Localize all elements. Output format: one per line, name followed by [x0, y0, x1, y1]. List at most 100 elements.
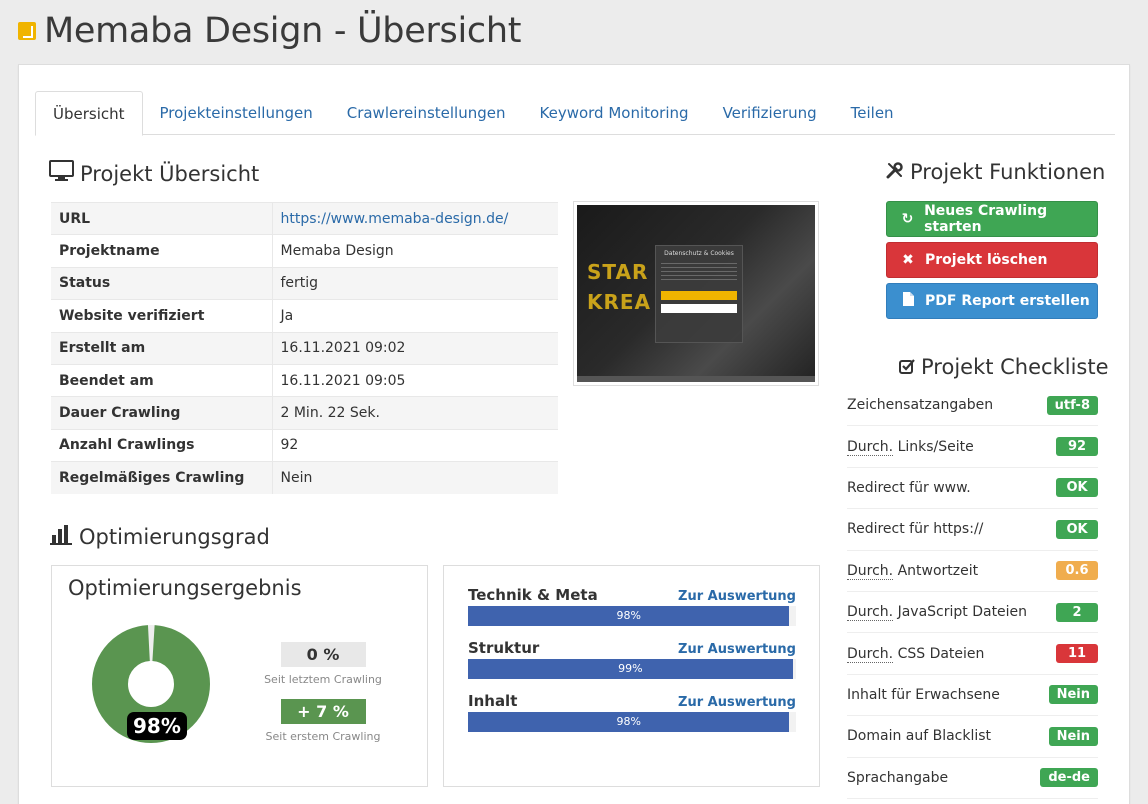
- check-label-text: Links/Seite: [893, 438, 974, 455]
- status-badge: utf-8: [1046, 395, 1098, 415]
- status-badge: Nein: [1048, 726, 1098, 746]
- stat-since-first: + 7 % Seit erstem Crawling: [258, 699, 388, 743]
- checkbox-icon: [899, 355, 915, 379]
- score-label: 98%: [127, 712, 187, 740]
- start-crawling-label: Neues Crawling starten: [924, 203, 1048, 235]
- screenshot-dialog-save: [661, 304, 737, 313]
- row-key: Dauer Crawling: [51, 396, 273, 430]
- page-header: Memaba Design - Übersicht: [18, 8, 521, 54]
- abbr-average: Durch.: [847, 562, 894, 580]
- list-item: Durch. Antwortzeit 0.6: [847, 551, 1098, 592]
- category-row: Technik & Meta Zur Auswertung 98%: [468, 582, 796, 626]
- evaluation-link[interactable]: Zur Auswertung: [678, 695, 796, 710]
- stat-since-last: 0 % Seit letztem Crawling: [258, 642, 388, 686]
- abbr-average: Durch.: [847, 604, 894, 622]
- table-row: Dauer Crawling 2 Min. 22 Sek.: [51, 396, 558, 430]
- functions-title: Projekt Funktionen: [910, 160, 1106, 184]
- tools-icon: [886, 160, 904, 184]
- check-label: Domain auf Blacklist: [847, 728, 992, 745]
- table-row: Beendet am 16.11.2021 09:05: [51, 363, 558, 397]
- table-row: URL https://www.memaba-design.de/: [51, 201, 558, 235]
- table-row: Erstellt am 16.11.2021 09:02: [51, 331, 558, 365]
- result-title: Optimierungsergebnis: [68, 576, 302, 600]
- row-key: Regelmäßiges Crawling: [51, 461, 273, 495]
- progress-track: 99%: [468, 659, 796, 679]
- monitor-icon: [49, 160, 74, 187]
- status-badge: 0.6: [1056, 561, 1098, 581]
- row-value: Nein: [272, 461, 558, 495]
- row-key: Erstellt am: [51, 331, 273, 365]
- tab-project-settings[interactable]: Projekteinstellungen: [143, 91, 330, 135]
- stat-since-first-label: Seit erstem Crawling: [265, 730, 381, 743]
- optimization-title: Optimierungsgrad: [79, 524, 270, 549]
- row-value: 92: [272, 428, 558, 462]
- page-title: Memaba Design - Übersicht: [44, 11, 522, 51]
- check-label: Sprachangabe: [847, 769, 949, 786]
- refresh-icon: ↻: [901, 211, 914, 227]
- list-item: Domain auf Blacklist Nein: [847, 716, 1098, 758]
- row-value: Memaba Design: [272, 234, 558, 268]
- progress-bar: 98%: [468, 606, 790, 626]
- delete-project-button[interactable]: ✖ Projekt löschen: [886, 242, 1098, 278]
- status-badge: 11: [1056, 644, 1098, 664]
- table-row: Status fertig: [51, 266, 558, 300]
- start-crawling-button[interactable]: ↻ Neues Crawling starten: [886, 201, 1098, 237]
- status-badge: 2: [1056, 602, 1098, 622]
- evaluation-link[interactable]: Zur Auswertung: [678, 642, 796, 657]
- check-label: Redirect für https://: [847, 521, 984, 538]
- abbr-average: Durch.: [847, 438, 894, 456]
- table-row: Regelmäßiges Crawling Nein: [51, 461, 558, 495]
- category-name: Technik & Meta: [468, 586, 598, 604]
- progress-track: 98%: [468, 712, 796, 732]
- check-label: Durch. CSS Dateien: [847, 645, 985, 663]
- tab-crawler-settings[interactable]: Crawlereinstellungen: [330, 91, 523, 135]
- screenshot-dialog-text: [661, 263, 737, 281]
- list-item: Redirect für https:// OK: [847, 509, 1098, 551]
- screenshot-dialog-title: Datenschutz & Cookies: [664, 250, 734, 257]
- screenshot-headline: STAR KREA: [587, 260, 652, 314]
- check-label-text: Antwortzeit: [893, 562, 979, 579]
- pdf-report-label: PDF Report erstellen: [925, 293, 1090, 309]
- main-panel: Übersicht Projekteinstellungen Crawlerei…: [18, 64, 1130, 804]
- tab-verification[interactable]: Verifizierung: [706, 91, 834, 135]
- progress-bar: 98%: [468, 712, 790, 732]
- project-info-table: URL https://www.memaba-design.de/ Projekt…: [51, 201, 558, 495]
- status-badge: Nein: [1048, 685, 1098, 705]
- check-label-text: CSS Dateien: [893, 645, 985, 662]
- tab-bar: Übersicht Projekteinstellungen Crawlerei…: [35, 91, 1115, 136]
- row-key: Projektname: [51, 234, 273, 268]
- status-badge: OK: [1056, 478, 1098, 498]
- stat-since-last-value: 0 %: [280, 642, 366, 667]
- project-url-link[interactable]: https://www.memaba-design.de/: [281, 211, 509, 227]
- list-item: Zeichensatzangaben utf-8: [847, 385, 1098, 427]
- checklist-title: Projekt Checkliste: [921, 355, 1109, 379]
- status-badge: OK: [1056, 519, 1098, 539]
- tab-keyword-monitoring[interactable]: Keyword Monitoring: [523, 91, 706, 135]
- abbr-average: Durch.: [847, 645, 894, 663]
- check-label-text: JavaScript Dateien: [893, 604, 1028, 621]
- row-value: 2 Min. 22 Sek.: [272, 396, 558, 430]
- progress-track: 98%: [468, 606, 796, 626]
- optimization-heading: Optimierungsgrad: [49, 523, 270, 550]
- functions-heading: Projekt Funktionen: [886, 160, 1105, 184]
- pdf-report-button[interactable]: PDF Report erstellen: [886, 283, 1098, 319]
- list-item: Durch. JavaScript Dateien 2: [847, 592, 1098, 634]
- tab-share[interactable]: Teilen: [834, 91, 911, 135]
- screenshot-image: STAR KREA Datenschutz & Cookies: [577, 205, 815, 382]
- list-item: Redirect für www. OK: [847, 468, 1098, 510]
- row-value: 16.11.2021 09:05: [272, 363, 558, 397]
- row-value: 16.11.2021 09:02: [272, 331, 558, 365]
- list-item: Sprachangabe de-de: [847, 758, 1098, 799]
- category-row: Inhalt Zur Auswertung 98%: [468, 688, 796, 732]
- evaluation-link[interactable]: Zur Auswertung: [678, 589, 796, 604]
- category-name: Inhalt: [468, 692, 518, 710]
- table-row: Anzahl Crawlings 92: [51, 428, 558, 462]
- screenshot-footer: [577, 376, 815, 382]
- close-icon: ✖: [902, 252, 914, 268]
- tab-overview[interactable]: Übersicht: [35, 91, 143, 136]
- screenshot-cookie-dialog: Datenschutz & Cookies: [655, 245, 743, 343]
- website-screenshot[interactable]: STAR KREA Datenschutz & Cookies: [573, 201, 819, 386]
- check-label: Durch. JavaScript Dateien: [847, 604, 1028, 622]
- overview-heading: Projekt Übersicht: [49, 160, 259, 187]
- row-key: Status: [51, 266, 273, 300]
